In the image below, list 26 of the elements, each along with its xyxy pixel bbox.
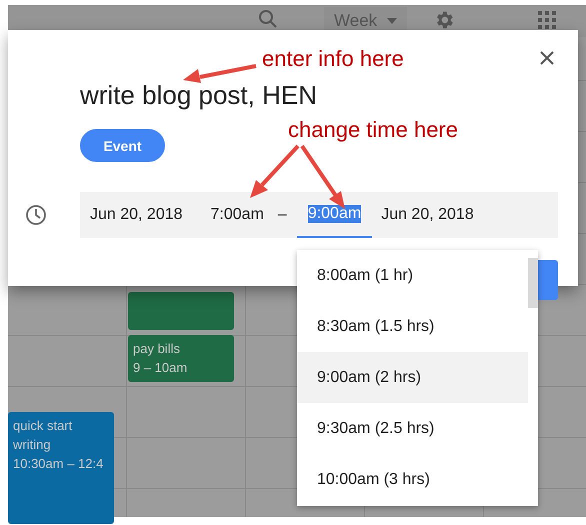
annotation-arrow (250, 144, 300, 198)
end-date[interactable]: Jun 20, 2018 (381, 206, 474, 224)
event-title-field[interactable]: write blog post, HEN (80, 80, 317, 111)
time-option[interactable]: 9:00am (2 hrs) (297, 352, 528, 403)
start-date[interactable]: Jun 20, 2018 (90, 206, 183, 224)
event-title: pay bills (133, 340, 180, 358)
close-icon (540, 51, 554, 65)
time-separator: – (278, 206, 287, 224)
time-option[interactable]: 8:00am (1 hr) (297, 250, 528, 301)
close-button[interactable] (538, 49, 556, 67)
clock-icon (25, 204, 47, 226)
event-time: 10:30am – 12:4 (13, 455, 104, 473)
start-time[interactable]: 7:00am (210, 206, 264, 224)
apps-grid-icon[interactable] (538, 11, 556, 29)
caret-icon (387, 18, 398, 24)
event-title: quick start writing (13, 417, 74, 454)
annotation-text: enter info here (262, 46, 404, 72)
calendar-event[interactable]: pay bills 9 – 10am (128, 335, 234, 382)
time-option[interactable]: 10:00am (3 hrs) (297, 454, 528, 505)
event-time: 9 – 10am (133, 359, 188, 377)
event-type-chip[interactable]: Event (80, 129, 165, 162)
search-icon[interactable] (258, 9, 278, 29)
calendar-event[interactable]: quick start writing 10:30am – 12:4 (8, 412, 114, 524)
time-option[interactable]: 9:30am (2.5 hrs) (297, 403, 528, 454)
time-option[interactable]: 8:30am (1.5 hrs) (297, 301, 528, 352)
annotation-text: change time here (288, 117, 458, 143)
